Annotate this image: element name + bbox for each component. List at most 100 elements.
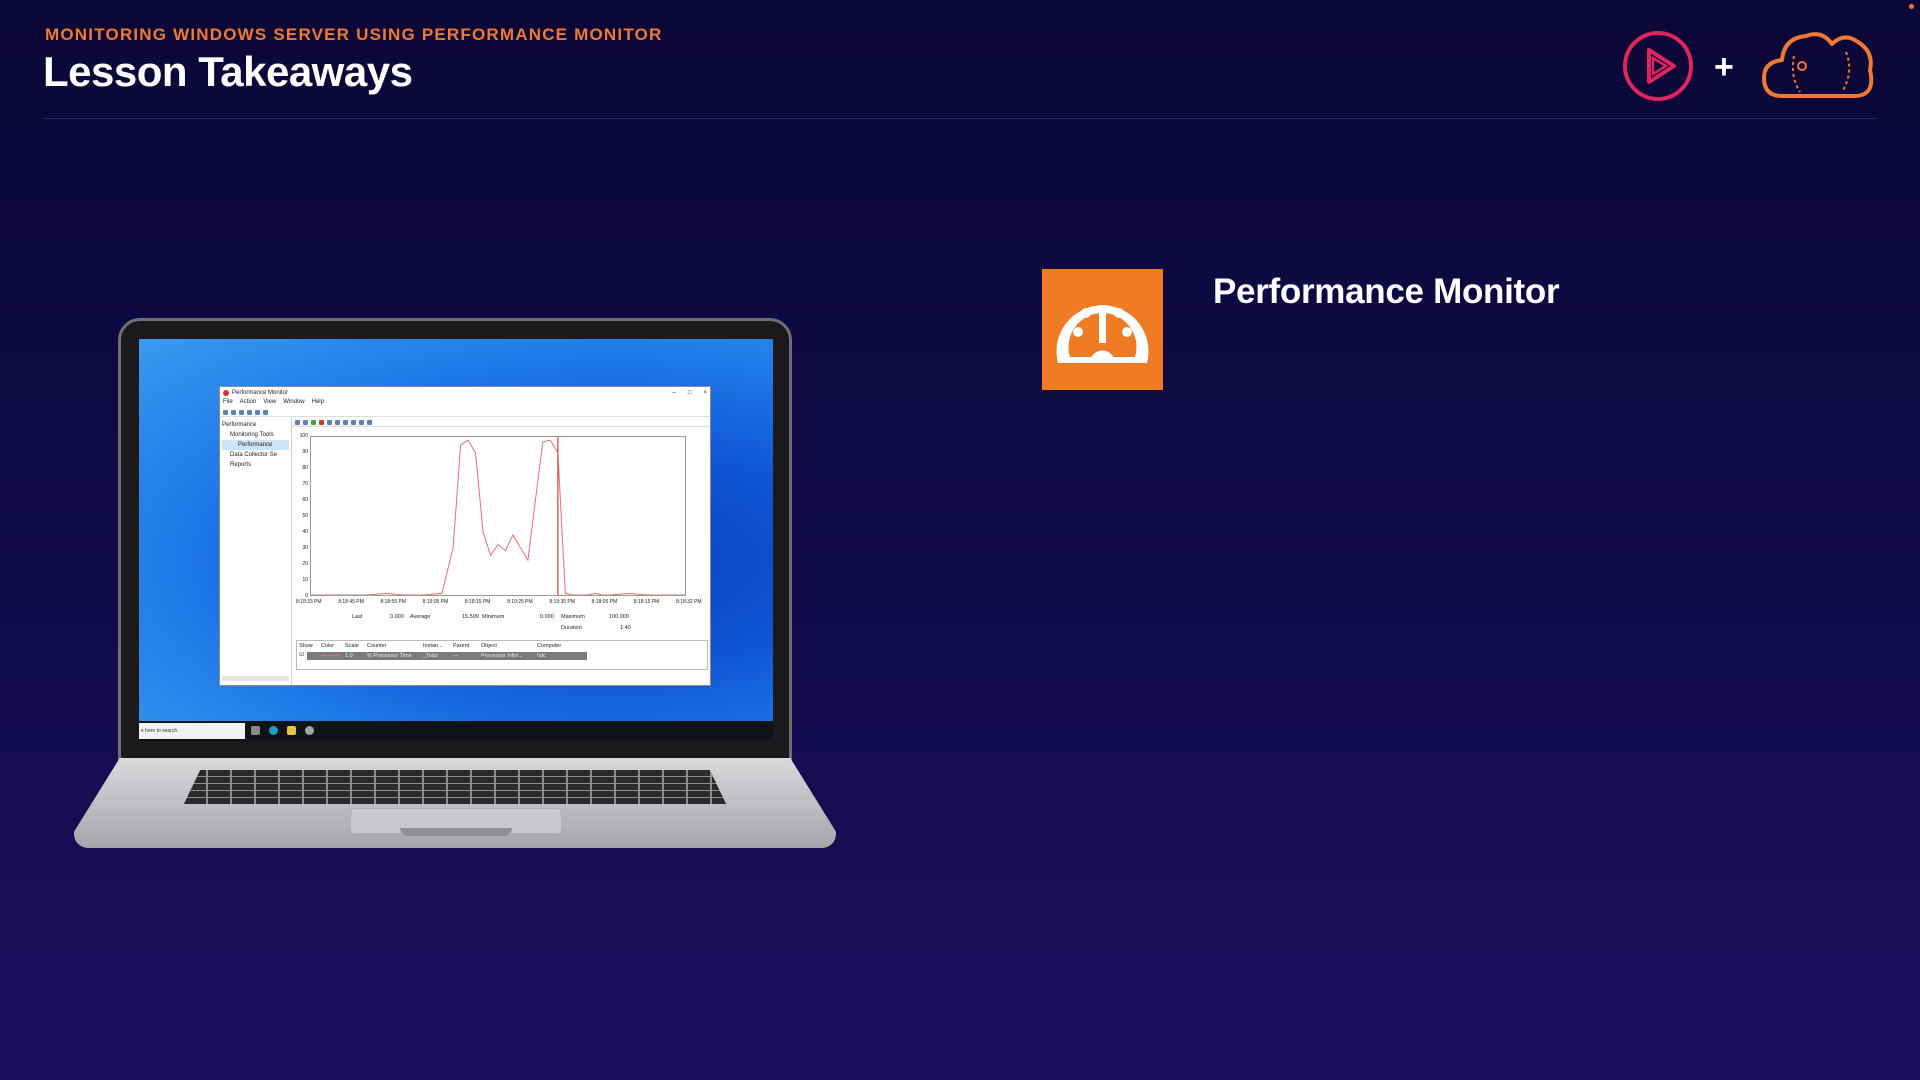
zoom-icon[interactable]: [351, 420, 356, 425]
menu-view[interactable]: View: [263, 399, 276, 407]
menu-file[interactable]: File: [223, 399, 233, 407]
stat-duration-label: Duration: [561, 625, 582, 631]
main-toolbar: [220, 408, 710, 417]
legend-header-computer[interactable]: Computer: [537, 643, 561, 649]
processor-time-series-line: [311, 439, 685, 595]
legend-row-scale: 1.0: [345, 653, 353, 659]
y-tick-label: 60: [302, 497, 308, 503]
laptop-notch: [400, 828, 512, 836]
perf-line-chart: [310, 436, 686, 596]
play-logo-icon: [1623, 31, 1693, 101]
laptop-lid: Performance Monitor – □ × File Action Vi…: [118, 318, 792, 770]
graph-pane: 0 10 20 30 40 50 60 70 80 90 100 8:18:33 PM 8:18:45…: [292, 418, 710, 685]
graph-toolbar: [292, 418, 710, 427]
stat-duration-value: 1:40: [620, 625, 631, 631]
tree-item-monitoring-tools[interactable]: Monitoring Tools: [222, 430, 289, 440]
counter-legend: Show Color Scale Counter Instan... Paren…: [296, 640, 708, 670]
add-counter-icon[interactable]: [311, 420, 316, 425]
freeze-icon[interactable]: [359, 420, 364, 425]
stat-minimum-value: 0.000: [540, 614, 554, 620]
window-titlebar[interactable]: Performance Monitor – □ ×: [220, 387, 710, 398]
page-title: Lesson Takeaways: [43, 48, 413, 95]
properties-icon[interactable]: [255, 410, 260, 415]
y-tick-label: 70: [302, 481, 308, 487]
forward-icon[interactable]: [231, 410, 236, 415]
update-icon[interactable]: [367, 420, 372, 425]
legend-row-object: Processor Infor...: [481, 653, 523, 659]
delete-counter-icon[interactable]: [319, 420, 324, 425]
legend-header-counter[interactable]: Counter: [367, 643, 387, 649]
stat-average-label: Average: [410, 614, 431, 620]
paste-icon[interactable]: [343, 420, 348, 425]
course-title: MONITORING WINDOWS SERVER USING PERFORMA…: [45, 25, 663, 44]
perfmon-taskbar-icon[interactable]: [305, 726, 314, 735]
legend-header-color[interactable]: Color: [321, 643, 334, 649]
x-tick-label: 8:18:45 PM: [338, 599, 364, 605]
stat-maximum-value: 100.000: [609, 614, 629, 620]
plus-symbol: +: [1714, 48, 1734, 86]
x-tick-label: 8:19:05 PM: [422, 599, 449, 605]
x-tick-label: 8:18:05 PM: [591, 599, 618, 605]
view-graph-icon[interactable]: [295, 420, 300, 425]
taskbar-search-box[interactable]: e here to search: [139, 723, 245, 739]
tree-item-reports[interactable]: Reports: [222, 460, 289, 470]
navigation-tree: Performance Monitoring Tools Performance…: [220, 418, 292, 685]
window-title: Performance Monitor: [232, 389, 289, 396]
copy-icon[interactable]: [335, 420, 340, 425]
folder-icon[interactable]: [239, 410, 244, 415]
highlight-icon[interactable]: [327, 420, 332, 425]
y-tick-label: 50: [302, 513, 308, 519]
stat-last-label: Last: [352, 614, 363, 620]
change-graph-type-icon[interactable]: [303, 420, 308, 425]
menu-window[interactable]: Window: [283, 399, 304, 407]
cloud-logo-icon: [1762, 32, 1874, 98]
legend-color-swatch: [321, 655, 339, 656]
tree-scrollbar[interactable]: [222, 676, 289, 681]
x-tick-label: 8:18:33 PM: [296, 599, 322, 605]
y-axis-labels: 0 10 20 30 40 50 60 70 80 90 100: [292, 433, 309, 599]
menu-help[interactable]: Help: [312, 399, 324, 407]
y-tick-label: 40: [302, 529, 308, 535]
tree-item-performance-root[interactable]: Performance: [222, 420, 289, 430]
x-tick-label: 8:18:32 PM: [676, 599, 702, 605]
legend-header-parent[interactable]: Parent: [453, 643, 469, 649]
close-button[interactable]: ×: [703, 390, 707, 396]
list-icon[interactable]: [247, 410, 252, 415]
stat-maximum-label: Maximum: [561, 614, 585, 620]
tree-item-performance-monitor[interactable]: Performance: [222, 440, 289, 450]
minimize-button[interactable]: –: [673, 390, 676, 396]
legend-header-object[interactable]: Object: [481, 643, 497, 649]
legend-header-instance[interactable]: Instan...: [423, 643, 443, 649]
gauge-icon: [1042, 269, 1163, 390]
legend-row-instance: _Total: [423, 653, 438, 659]
header-divider: [43, 118, 1877, 119]
legend-header-scale[interactable]: Scale: [345, 643, 359, 649]
legend-show-checkbox[interactable]: ☑: [299, 652, 304, 658]
maximize-button[interactable]: □: [688, 390, 692, 396]
corner-dot: [1909, 4, 1914, 9]
menu-action[interactable]: Action: [240, 399, 257, 407]
y-tick-label: 20: [302, 561, 308, 567]
stat-minimum-label: Minimum: [482, 614, 505, 620]
perfmon-window[interactable]: Performance Monitor – □ × File Action Vi…: [219, 386, 711, 686]
x-tick-label: 8:19:35 PM: [549, 599, 575, 605]
stat-average-value: 15.599: [462, 614, 479, 620]
help-icon[interactable]: [263, 410, 268, 415]
legend-row-counter: % Processor Time: [367, 653, 412, 659]
tree-item-data-collector-sets[interactable]: Data Collector Se: [222, 450, 289, 460]
task-view-icon[interactable]: [251, 726, 260, 735]
laptop-screen: Performance Monitor – □ × File Action Vi…: [139, 339, 773, 741]
legend-header-show[interactable]: Show: [299, 643, 313, 649]
back-icon[interactable]: [223, 410, 228, 415]
stats-bar: Last 0.000 Average 15.599 Minimum 0.000 …: [352, 614, 702, 636]
x-axis-labels: 8:18:33 PM 8:18:45 PM 8:18:55 PM 8:19:05 PM…: [296, 599, 706, 607]
y-tick-label: 100: [299, 433, 308, 439]
file-explorer-icon[interactable]: [287, 726, 296, 735]
legend-row-computer: \\dc: [537, 653, 546, 659]
edge-browser-icon[interactable]: [269, 726, 278, 735]
y-tick-label: 90: [302, 449, 308, 455]
menu-bar: File Action View Window Help: [220, 398, 710, 408]
laptop-mockup: Performance Monitor – □ × File Action Vi…: [74, 318, 836, 848]
y-tick-label: 10: [302, 577, 308, 583]
x-tick-label: 8:19:25 PM: [507, 599, 533, 605]
